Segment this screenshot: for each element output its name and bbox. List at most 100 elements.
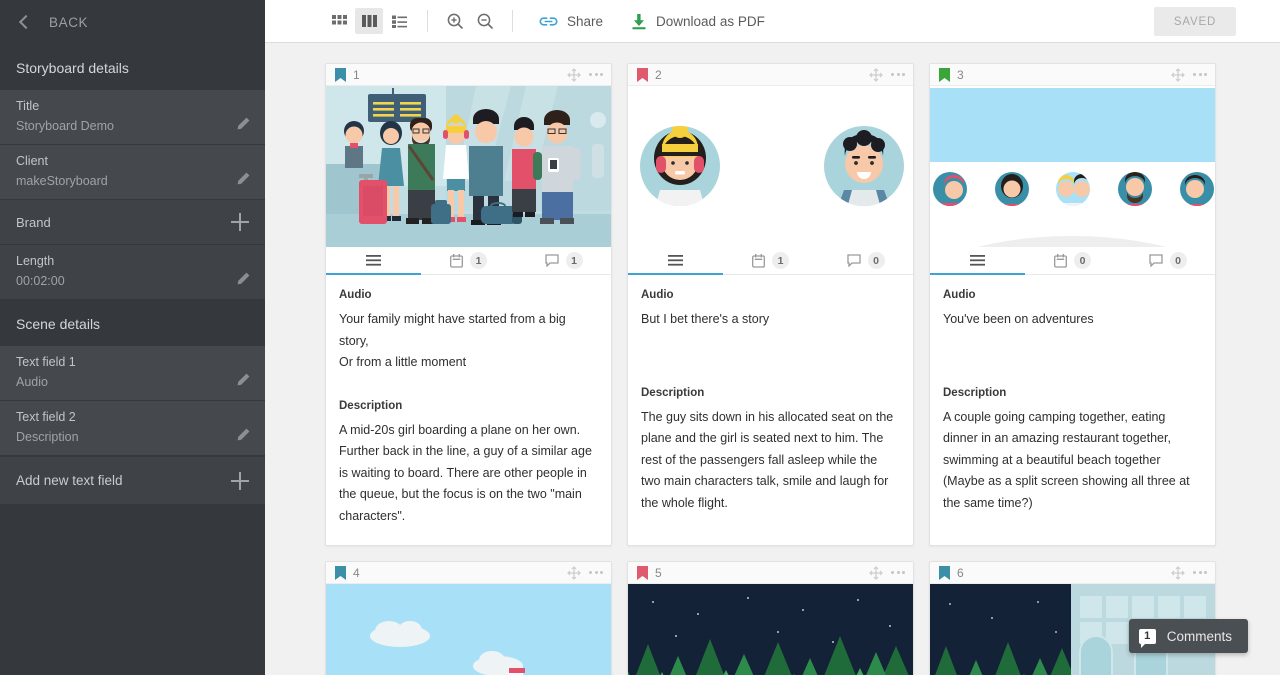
- card-body: Audio Your family might have started fro…: [326, 275, 611, 545]
- card-thumbnail-avatar-row[interactable]: [930, 86, 1215, 247]
- description-text[interactable]: The guy sits down in his allocated seat …: [641, 407, 900, 515]
- bookmark-icon[interactable]: [939, 566, 950, 580]
- zoom-out-button[interactable]: [470, 8, 500, 34]
- card-tab-text[interactable]: [930, 247, 1025, 274]
- bookmark-icon[interactable]: [637, 566, 648, 580]
- card-tabs: 1 0: [628, 247, 913, 275]
- toolbar-divider: [427, 10, 428, 32]
- view-list-button[interactable]: [385, 8, 413, 34]
- audio-label: Audio: [943, 289, 1202, 301]
- view-grid-medium-button[interactable]: [355, 8, 383, 34]
- edit-pencil-icon[interactable]: [235, 427, 251, 443]
- scene-field-1[interactable]: Text field 1 Audio: [0, 346, 265, 401]
- app-root: BACK Storyboard details Title Storyboard…: [0, 0, 1280, 675]
- notes-count: 0: [1074, 252, 1091, 269]
- field-length[interactable]: Length 00:02:00: [0, 245, 265, 300]
- move-handle-icon[interactable]: [1171, 566, 1185, 580]
- notes-count: 1: [772, 252, 789, 269]
- card-tab-comments[interactable]: 1: [516, 247, 611, 274]
- move-handle-icon[interactable]: [567, 68, 581, 82]
- back-button[interactable]: BACK: [0, 0, 265, 44]
- edit-pencil-icon[interactable]: [235, 171, 251, 187]
- card-menu-icon[interactable]: [891, 73, 905, 76]
- card-tabs: 1 1: [326, 247, 611, 275]
- field-client-label: Client: [16, 154, 249, 168]
- card-menu-icon[interactable]: [589, 571, 603, 574]
- storyboard-card[interactable]: 5: [627, 561, 914, 675]
- card-tab-notes[interactable]: 0: [1025, 247, 1120, 274]
- card-tab-notes[interactable]: 1: [421, 247, 516, 274]
- card-thumbnail-two-portraits[interactable]: [628, 86, 913, 247]
- download-pdf-button[interactable]: Download as PDF: [617, 6, 779, 36]
- comments-label: Comments: [1167, 629, 1232, 644]
- storyboard-card[interactable]: 3: [929, 63, 1216, 546]
- field-client[interactable]: Client makeStoryboard: [0, 145, 265, 200]
- field-brand-label: Brand: [16, 215, 51, 230]
- add-new-text-field-button[interactable]: Add new text field: [0, 456, 265, 504]
- comments-button[interactable]: 1 Comments: [1129, 619, 1248, 653]
- card-grid: 1: [265, 63, 1280, 675]
- card-menu-icon[interactable]: [1193, 73, 1207, 76]
- description-text[interactable]: A mid-20s girl boarding a plane on her o…: [339, 420, 598, 528]
- edit-pencil-icon[interactable]: [235, 271, 251, 287]
- download-icon: [631, 13, 647, 30]
- sidebar: BACK Storyboard details Title Storyboard…: [0, 0, 265, 675]
- bookmark-icon[interactable]: [637, 68, 648, 82]
- description-text[interactable]: A couple going camping together, eating …: [943, 407, 1202, 515]
- card-tab-comments[interactable]: 0: [818, 247, 913, 274]
- bookmark-icon[interactable]: [335, 68, 346, 82]
- storyboard-card[interactable]: 4: [325, 561, 612, 675]
- field-length-value: 00:02:00: [16, 274, 249, 288]
- card-thumbnail-camping-night[interactable]: [628, 584, 913, 675]
- saved-button[interactable]: SAVED: [1154, 7, 1236, 36]
- share-button[interactable]: Share: [525, 6, 617, 36]
- card-thumbnail-airplane-sky[interactable]: [326, 584, 611, 675]
- comments-badge: 1: [1139, 629, 1156, 644]
- bookmark-icon[interactable]: [939, 68, 950, 82]
- card-header: 3: [930, 64, 1215, 86]
- card-number: 5: [655, 566, 869, 580]
- description-label: Description: [943, 387, 1202, 399]
- move-handle-icon[interactable]: [567, 566, 581, 580]
- link-icon: [539, 15, 558, 28]
- storyboard-card[interactable]: 1: [325, 63, 612, 546]
- move-handle-icon[interactable]: [869, 566, 883, 580]
- card-menu-icon[interactable]: [589, 73, 603, 76]
- card-tabs: 0 0: [930, 247, 1215, 275]
- field-client-value: makeStoryboard: [16, 174, 249, 188]
- card-menu-icon[interactable]: [891, 571, 905, 574]
- storyboard-details-heading: Storyboard details: [0, 44, 265, 90]
- storyboard-canvas: 1: [265, 43, 1280, 675]
- card-thumbnail-airport-queue[interactable]: [326, 86, 611, 247]
- plus-icon[interactable]: [231, 213, 249, 231]
- card-header: 1: [326, 64, 611, 86]
- card-tab-text[interactable]: [326, 247, 421, 274]
- card-tab-comments[interactable]: 0: [1120, 247, 1215, 274]
- storyboard-card[interactable]: 6: [929, 561, 1216, 675]
- card-header: 5: [628, 562, 913, 584]
- card-tab-text[interactable]: [628, 247, 723, 274]
- audio-label: Audio: [641, 289, 900, 301]
- field-brand[interactable]: Brand: [0, 200, 265, 245]
- card-tab-notes[interactable]: 1: [723, 247, 818, 274]
- card-menu-icon[interactable]: [1193, 571, 1207, 574]
- field-title[interactable]: Title Storyboard Demo: [0, 90, 265, 145]
- audio-text[interactable]: But I bet there's a story: [641, 309, 900, 331]
- plus-icon[interactable]: [231, 472, 249, 490]
- description-label: Description: [641, 387, 900, 399]
- field-spacer: [641, 331, 900, 387]
- move-handle-icon[interactable]: [1171, 68, 1185, 82]
- edit-pencil-icon[interactable]: [235, 116, 251, 132]
- zoom-in-button[interactable]: [440, 8, 470, 34]
- view-grid-small-button[interactable]: [325, 8, 353, 34]
- bookmark-icon[interactable]: [335, 566, 346, 580]
- scene-field-2[interactable]: Text field 2 Description: [0, 401, 265, 456]
- edit-pencil-icon[interactable]: [235, 372, 251, 388]
- move-handle-icon[interactable]: [869, 68, 883, 82]
- audio-text[interactable]: Your family might have started from a bi…: [339, 309, 598, 374]
- card-body: Audio You've been on adventures Descript…: [930, 275, 1215, 532]
- vertical-scrollbar[interactable]: [1274, 0, 1280, 675]
- audio-text[interactable]: You've been on adventures: [943, 309, 1202, 331]
- storyboard-card[interactable]: 2: [627, 63, 914, 546]
- comments-count: 0: [1170, 252, 1187, 269]
